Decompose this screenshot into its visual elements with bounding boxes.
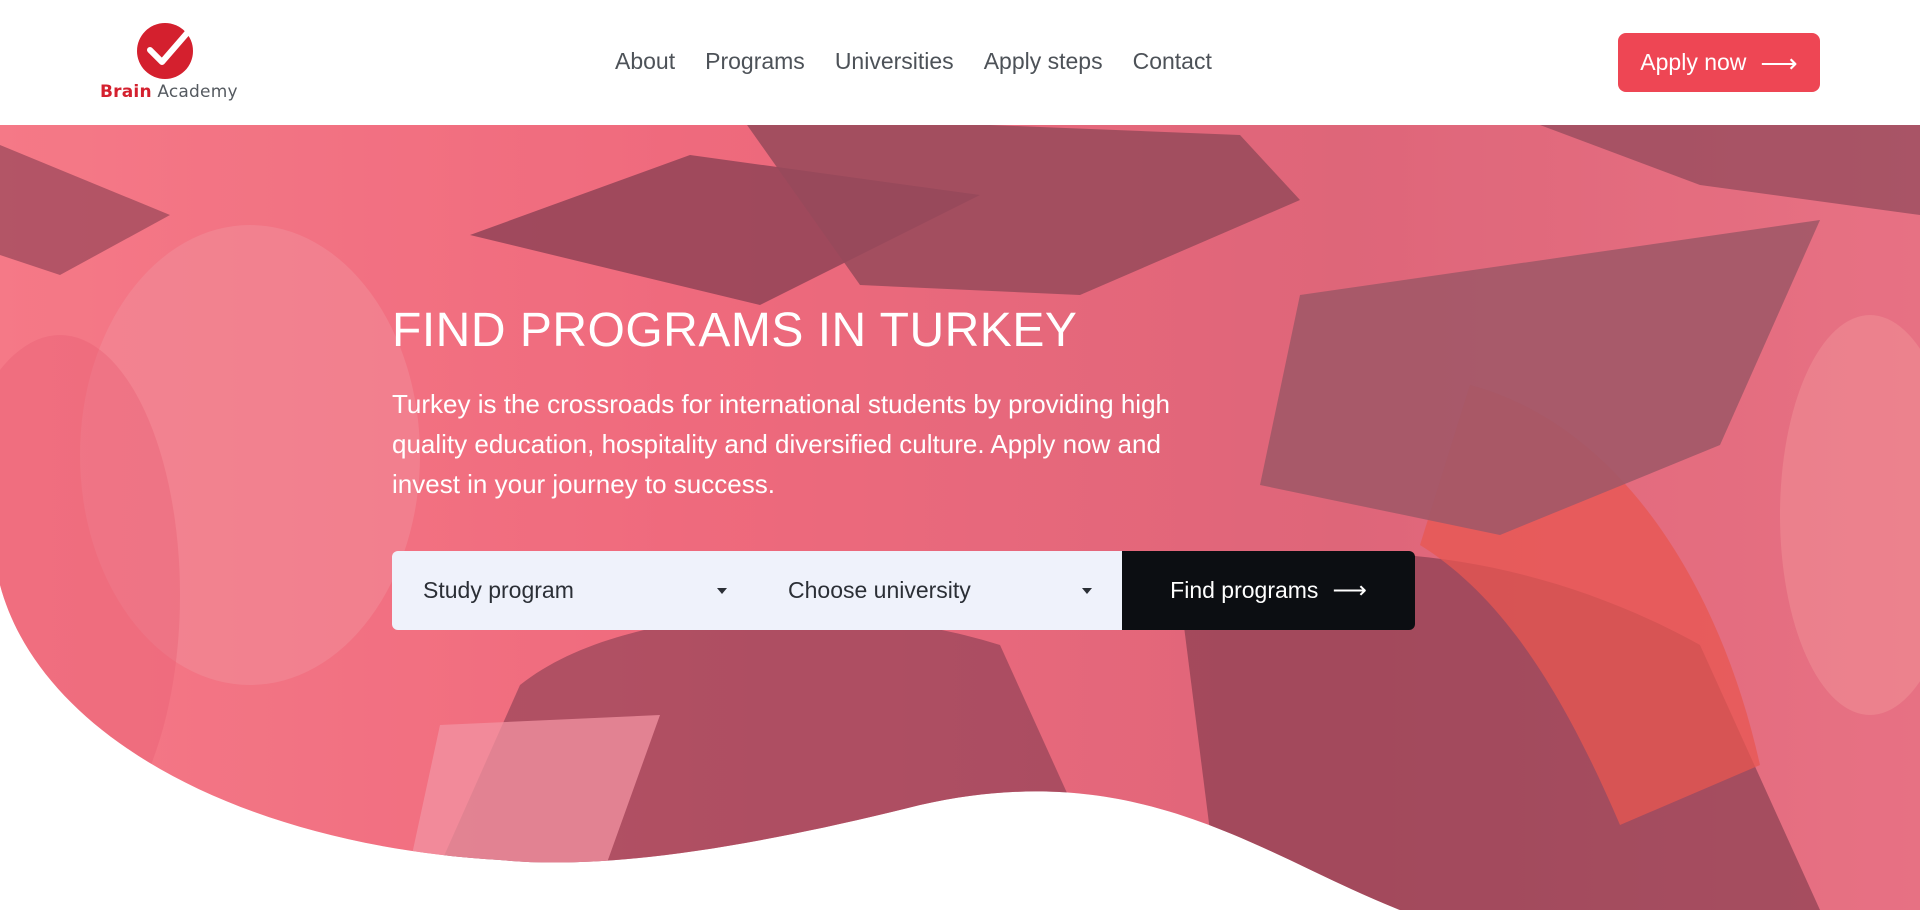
- hero-background-image: [0, 125, 1920, 910]
- hero-title: FIND PROGRAMS IN TURKEY: [392, 304, 1078, 357]
- arrow-right-icon: ⟶: [1332, 576, 1367, 604]
- nav-item-universities[interactable]: Universities: [835, 48, 954, 80]
- apply-now-label: Apply now: [1640, 49, 1747, 75]
- brand-logo[interactable]: Brain Academy: [100, 22, 238, 104]
- hero-content: FIND PROGRAMS IN TURKEY Turkey is the cr…: [392, 304, 1422, 504]
- main-nav: About Programs Universities Apply steps …: [615, 48, 1212, 80]
- nav-item-programs[interactable]: Programs: [705, 48, 805, 80]
- study-program-value: Study program: [423, 577, 574, 603]
- nav-item-contact[interactable]: Contact: [1133, 48, 1212, 80]
- university-select[interactable]: Choose university: [757, 551, 1122, 630]
- hero-section: FIND PROGRAMS IN TURKEY Turkey is the cr…: [0, 125, 1920, 910]
- arrow-right-icon: ⟶: [1760, 47, 1798, 78]
- university-value: Choose university: [788, 577, 971, 603]
- apply-now-button[interactable]: Apply now ⟶: [1618, 33, 1820, 92]
- logo-name: Academy: [157, 82, 238, 102]
- find-programs-label: Find programs: [1170, 577, 1319, 603]
- checkmark-circle-icon: [137, 23, 193, 79]
- find-programs-button[interactable]: Find programs ⟶: [1122, 551, 1415, 630]
- study-program-select[interactable]: Study program: [392, 551, 757, 630]
- nav-item-about[interactable]: About: [615, 48, 675, 80]
- nav-item-apply-steps[interactable]: Apply steps: [984, 48, 1103, 80]
- program-search-bar: Study program Choose university Find pro…: [392, 551, 1415, 630]
- caret-down-icon: [1082, 587, 1092, 594]
- logo-text: Brain Academy: [100, 82, 240, 102]
- site-header: Brain Academy About Programs Universitie…: [0, 0, 1920, 125]
- caret-down-icon: [717, 587, 727, 594]
- hero-description: Turkey is the crossroads for internation…: [392, 388, 1170, 499]
- logo-brand: Brain: [100, 82, 152, 102]
